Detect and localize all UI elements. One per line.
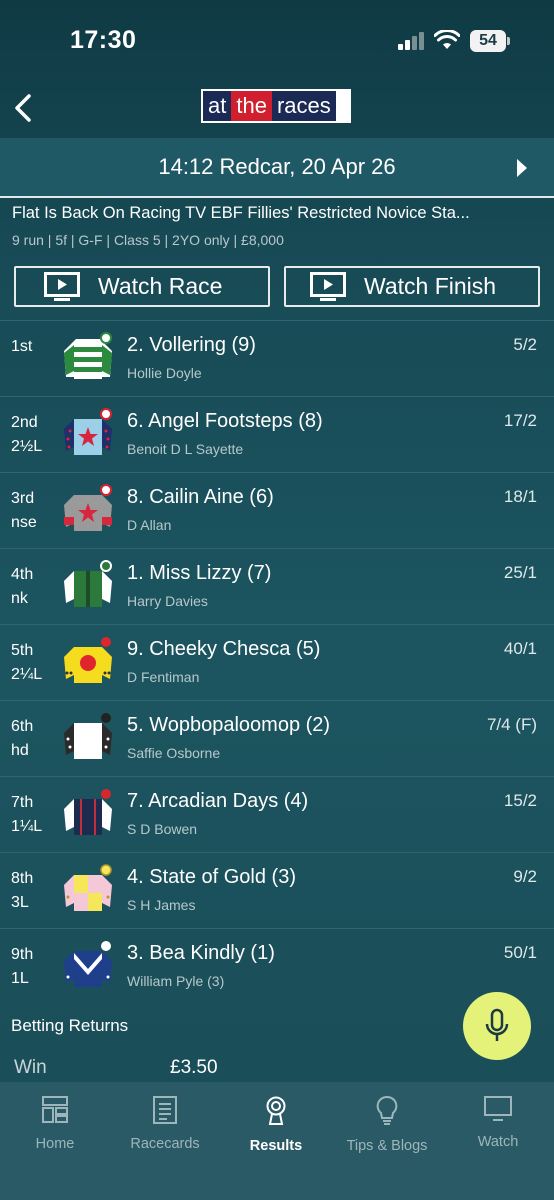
tv-play-icon (44, 271, 80, 301)
tab-racecards[interactable]: Racecards (110, 1096, 220, 1152)
jockey-name: D Fentiman (127, 669, 200, 685)
status-bar: 17:30 54 (0, 0, 554, 80)
starting-price: 40/1 (503, 639, 537, 658)
jockey-name: S D Bowen (127, 821, 198, 837)
jockey-silk-icon (64, 637, 112, 683)
result-row[interactable]: 8th 3L 4. State of Gold (3) S H James 9/2 (0, 852, 554, 928)
finish-position: 6th hd (11, 718, 34, 759)
jockey-name: Saffie Osborne (127, 745, 221, 761)
result-row[interactable]: 2nd 2½L 6. Angel Footsteps (8) Benoit D L… (0, 396, 554, 472)
tab-results[interactable]: Results (221, 1096, 331, 1154)
finish-position: 4th nk (11, 566, 34, 607)
finish-position: 9th 1L (11, 946, 34, 987)
betting-returns-heading: Betting Returns (11, 1016, 129, 1035)
cellular-signal-icon (398, 32, 424, 50)
race-header: 14:12 Redcar, 20 Apr 26 (0, 138, 554, 198)
horse-name: 5. Wopbopaloomop (2) (127, 714, 331, 736)
watch-race-button[interactable]: Watch Race (14, 266, 270, 307)
watch-race-label: Watch Race (98, 273, 223, 299)
horse-name: 8. Cailin Aine (6) (127, 486, 274, 508)
race-meta: 9 run | 5f | G-F | Class 5 | 2YO only | … (12, 232, 284, 248)
finish-position: 2nd 2½L (11, 414, 43, 455)
tab-label: Results (249, 1138, 303, 1154)
horse-name: 3. Bea Kindly (1) (127, 942, 275, 964)
jockey-name: William Pyle (3) (127, 973, 225, 989)
starting-price: 5/2 (513, 335, 537, 354)
tab-home[interactable]: Home (0, 1096, 110, 1152)
tab-watch[interactable]: Watch (443, 1096, 553, 1150)
result-row[interactable]: 3rd nse 8. Cailin Aine (6) D Allan 18/1 (0, 472, 554, 548)
result-row[interactable]: 9th 1L 3. Bea Kindly (1) William Pyle (3)… (0, 928, 554, 1004)
jockey-silk-icon (64, 864, 112, 911)
jockey-silk-icon (64, 560, 112, 607)
jockey-name: S H James (127, 897, 196, 913)
horse-name: 1. Miss Lizzy (7) (127, 562, 272, 584)
jockey-silk-icon (64, 713, 112, 759)
watch-finish-label: Watch Finish (364, 273, 497, 299)
tv-play-icon (310, 271, 346, 301)
win-value: £3.50 (170, 1057, 218, 1078)
horse-name: 7. Arcadian Days (4) (127, 790, 309, 812)
voice-search-button[interactable] (463, 992, 531, 1060)
starting-price: 9/2 (513, 867, 537, 886)
home-icon (42, 1096, 68, 1123)
tab-label: Home (35, 1136, 75, 1152)
bottom-tab-bar: Home Racecards Results Tips & Blogs Watc… (0, 1082, 554, 1200)
lightbulb-icon (376, 1096, 398, 1125)
wifi-icon (434, 30, 460, 49)
back-button[interactable] (8, 88, 38, 128)
finish-position: 1st (11, 338, 33, 355)
result-row[interactable]: 4th nk 1. Miss Lizzy (7) Harry Davies 25/… (0, 548, 554, 624)
starting-price: 50/1 (503, 943, 537, 962)
battery-indicator: 54 (470, 30, 506, 52)
starting-price: 17/2 (503, 411, 537, 430)
result-row[interactable]: 6th hd 5. Wopbopaloomop (2) Saffie Osborn… (0, 700, 554, 776)
starting-price: 7/4 (F) (486, 715, 537, 734)
starting-price: 18/1 (503, 487, 537, 506)
jockey-silk-icon (64, 789, 112, 835)
results-icon (266, 1096, 286, 1125)
battery-tip (507, 37, 510, 45)
finish-position: 7th 1¼L (11, 794, 43, 835)
logo-part-the: the (231, 91, 272, 121)
horse-name: 2. Vollering (9) (127, 334, 256, 356)
logo-part-races: races (271, 91, 336, 121)
results-list: 1st 2. Vollering (9) Hollie Doyle 5/2 2n… (0, 320, 554, 1004)
horse-name: 4. State of Gold (3) (127, 866, 296, 888)
horse-name: 9. Cheeky Chesca (5) (127, 638, 321, 660)
jockey-name: Harry Davies (127, 593, 208, 609)
result-row[interactable]: 1st 2. Vollering (9) Hollie Doyle 5/2 (0, 320, 554, 396)
horse-name: 6. Angel Footsteps (8) (127, 410, 323, 432)
jockey-silk-icon (64, 484, 112, 531)
at-the-races-logo: at the races (203, 91, 336, 121)
jockey-name: Benoit D L Sayette (127, 441, 244, 457)
microphone-icon (485, 1008, 509, 1041)
win-label: Win (14, 1057, 47, 1078)
tab-tips-blogs[interactable]: Tips & Blogs (332, 1096, 442, 1154)
status-time: 17:30 (70, 26, 137, 54)
jockey-silk-icon (64, 332, 112, 379)
race-name: Flat Is Back On Racing TV EBF Fillies' R… (12, 204, 470, 222)
logo-part-at: at (203, 91, 232, 121)
finish-position: 5th 2¼L (11, 642, 43, 683)
jockey-name: Hollie Doyle (127, 365, 202, 381)
racecard-icon (153, 1096, 177, 1124)
tab-label: Watch (477, 1134, 519, 1150)
finish-position: 3rd nse (11, 490, 37, 531)
tab-label: Tips & Blogs (346, 1138, 428, 1154)
next-race-arrow-icon[interactable] (516, 159, 528, 177)
watch-finish-button[interactable]: Watch Finish (284, 266, 540, 307)
jockey-silk-icon (64, 408, 112, 455)
tv-icon (484, 1096, 512, 1121)
result-row[interactable]: 5th 2¼L 9. Cheeky Chesca (5) D Fentiman 4… (0, 624, 554, 700)
tab-label: Racecards (130, 1136, 200, 1152)
starting-price: 15/2 (503, 791, 537, 810)
starting-price: 25/1 (503, 563, 537, 582)
chevron-left-icon (15, 94, 31, 122)
race-title: 14:12 Redcar, 20 Apr 26 (158, 154, 396, 179)
jockey-name: D Allan (127, 517, 172, 533)
result-row[interactable]: 7th 1¼L 7. Arcadian Days (4) S D Bowen 15… (0, 776, 554, 852)
finish-position: 8th 3L (11, 870, 34, 911)
jockey-silk-icon (64, 941, 112, 987)
